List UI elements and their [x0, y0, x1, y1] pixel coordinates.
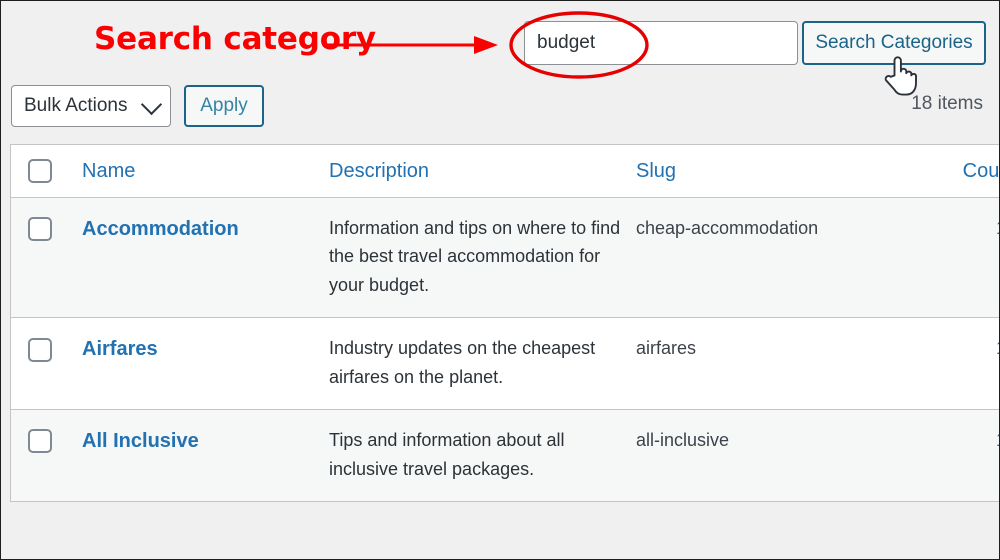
- table-header-row: Name Description Slug Count: [10, 144, 999, 198]
- category-count-link[interactable]: 19: [996, 338, 999, 358]
- row-count-cell: 19: [890, 409, 999, 503]
- column-header-name[interactable]: Name: [82, 144, 326, 198]
- annotation-label: Search category: [94, 21, 376, 57]
- bulk-actions-label: Bulk Actions: [24, 95, 128, 116]
- bulk-actions-select[interactable]: Bulk Actions: [11, 85, 171, 127]
- row-description-cell: Industry updates on the cheapest airfare…: [326, 317, 633, 411]
- select-all-header: [10, 144, 82, 198]
- chevron-down-icon: [140, 93, 163, 116]
- row-count-cell: 19: [890, 197, 999, 319]
- row-checkbox[interactable]: [28, 217, 52, 242]
- category-name-link[interactable]: Airfares: [82, 338, 158, 360]
- category-count-link[interactable]: 19: [996, 430, 999, 450]
- search-categories-button[interactable]: Search Categories: [802, 21, 986, 65]
- table-row: Accommodation Information and tips on wh…: [10, 197, 999, 319]
- column-header-count[interactable]: Count: [890, 144, 999, 198]
- category-name-link[interactable]: All Inclusive: [82, 430, 199, 452]
- apply-button[interactable]: Apply: [184, 85, 264, 127]
- row-name-cell: Airfares: [82, 317, 326, 411]
- category-name-link[interactable]: Accommodation: [82, 218, 239, 240]
- select-all-checkbox[interactable]: [28, 159, 52, 183]
- row-slug-cell: airfares: [633, 317, 890, 411]
- row-description-cell: Information and tips on where to find th…: [326, 197, 633, 319]
- row-slug-cell: all-inclusive: [633, 409, 890, 503]
- row-slug-cell: cheap-accommodation: [633, 197, 890, 319]
- row-count-cell: 19: [890, 317, 999, 411]
- categories-table: Name Description Slug Count Accommodatio…: [10, 144, 999, 503]
- browser-viewport: Search Categories Bulk Actions Apply 18 …: [0, 0, 1000, 560]
- row-description-cell: Tips and information about all inclusive…: [326, 409, 633, 503]
- row-checkbox-cell: [10, 197, 82, 319]
- row-checkbox[interactable]: [28, 429, 52, 454]
- row-name-cell: All Inclusive: [82, 409, 326, 503]
- table-row: Airfares Industry updates on the cheapes…: [10, 317, 999, 411]
- row-checkbox-cell: [10, 317, 82, 411]
- row-checkbox[interactable]: [28, 337, 52, 362]
- search-form: Search Categories: [524, 21, 986, 67]
- category-slug: all-inclusive: [636, 430, 730, 451]
- items-count-label: 18 items: [911, 93, 983, 114]
- column-header-slug[interactable]: Slug: [633, 144, 890, 198]
- column-header-description[interactable]: Description: [326, 144, 633, 198]
- row-name-cell: Accommodation: [82, 197, 326, 319]
- category-count-link[interactable]: 19: [996, 218, 999, 238]
- category-slug: cheap-accommodation: [636, 218, 819, 238]
- category-slug: airfares: [636, 338, 697, 359]
- table-row: All Inclusive Tips and information about…: [10, 409, 999, 503]
- search-input[interactable]: [524, 21, 798, 65]
- annotation-arrow: [327, 36, 498, 54]
- row-checkbox-cell: [10, 409, 82, 503]
